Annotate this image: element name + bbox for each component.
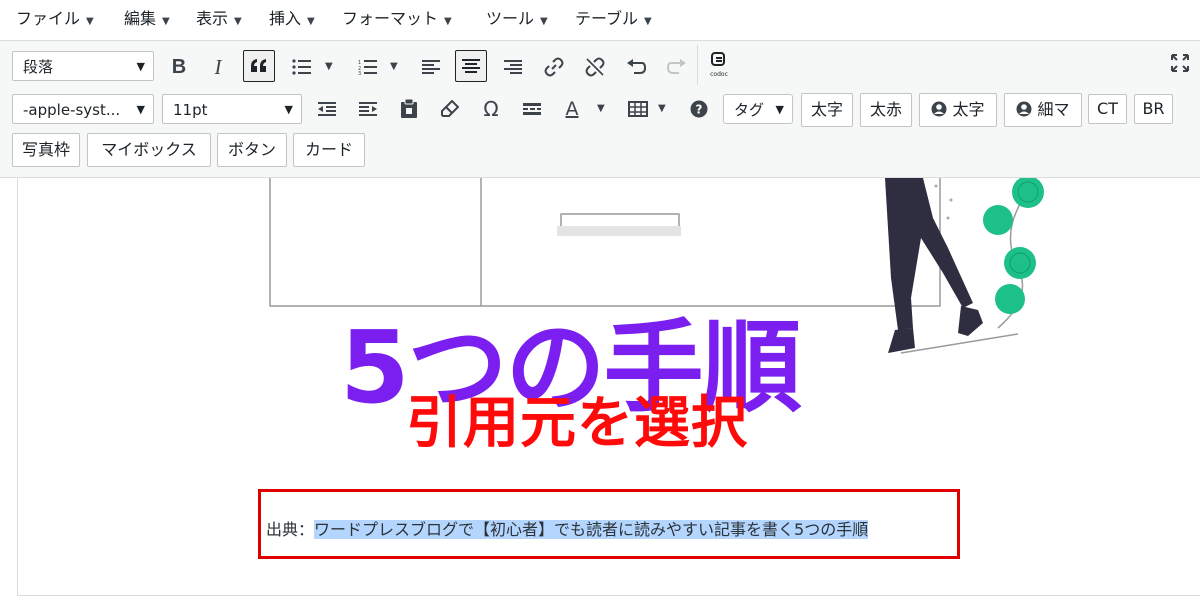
remove-link-button[interactable] [579, 51, 611, 83]
menu-file[interactable]: ファイル ▼ [16, 0, 94, 40]
help-button[interactable]: ? [683, 93, 715, 125]
undo-button[interactable] [620, 51, 652, 83]
bullet-list-dropdown-icon[interactable]: ▼ [325, 61, 333, 72]
menu-tools[interactable]: ツール ▼ [486, 0, 548, 40]
text-color-dropdown-icon[interactable]: ▼ [597, 103, 605, 114]
menu-format[interactable]: フォーマット ▼ [342, 0, 452, 40]
photo-frame-button[interactable]: 写真枠 [12, 133, 80, 167]
table-icon [628, 101, 648, 117]
numbered-list-button[interactable]: 123 [352, 51, 384, 83]
paste-text-button[interactable] [393, 93, 425, 125]
caption-prefix: 出典： [266, 520, 315, 539]
clipboard-icon [401, 99, 417, 118]
bold-button[interactable]: B [163, 51, 195, 83]
menu-insert[interactable]: 挿入 ▼ [269, 0, 315, 40]
link-icon [544, 57, 564, 77]
special-character-button[interactable]: Ω [475, 93, 507, 125]
table-dropdown-icon[interactable]: ▼ [658, 103, 666, 114]
paragraph-format-select[interactable]: 段落 ▼ [12, 51, 154, 81]
clear-formatting-button[interactable] [434, 93, 466, 125]
blockquote-button[interactable] [243, 50, 275, 82]
br-button[interactable]: BR [1134, 94, 1173, 124]
numbered-list-dropdown-icon[interactable]: ▼ [390, 61, 398, 72]
menu-table[interactable]: テーブル ▼ [575, 0, 652, 40]
bullet-list-icon [292, 59, 311, 75]
outdent-button[interactable] [311, 93, 343, 125]
ct-button[interactable]: CT [1088, 94, 1127, 124]
insert-button-button[interactable]: ボタン [217, 133, 287, 167]
card-button[interactable]: カード [293, 133, 365, 167]
indent-button[interactable] [352, 93, 384, 125]
menu-edit[interactable]: 編集 ▼ [124, 0, 170, 40]
redo-button[interactable] [661, 51, 693, 83]
svg-text:?: ? [696, 103, 703, 117]
align-left-button[interactable] [415, 51, 447, 83]
tag-select[interactable]: タグ ▼ [723, 94, 793, 124]
bold-style-button[interactable]: 太字 [801, 93, 853, 127]
horizontal-line-icon [523, 103, 541, 115]
font-size-select[interactable]: 11pt ▼ [162, 94, 302, 124]
editor-toolbar: 段落▼ B I ▼ 123 ▼ codoc -apple-syst...▼ [0, 41, 1200, 178]
eraser-icon [441, 100, 459, 117]
user-icon [931, 100, 952, 119]
indent-icon [359, 102, 377, 116]
unlink-icon [585, 57, 605, 77]
menu-view[interactable]: 表示 ▼ [196, 0, 242, 40]
quote-icon [251, 59, 266, 72]
editor-bottom-border [17, 595, 1200, 596]
horizontal-line-button[interactable] [516, 93, 548, 125]
codoc-button[interactable]: codoc [703, 49, 735, 83]
text-color-button[interactable]: A [556, 93, 588, 125]
align-center-button[interactable] [455, 50, 487, 82]
align-left-icon [422, 60, 440, 74]
font-family-select[interactable]: -apple-syst... ▼ [12, 94, 154, 124]
italic-button[interactable]: I [202, 51, 234, 83]
user-thin-button[interactable]: 細マ [1004, 93, 1082, 127]
toolbar-divider [697, 45, 698, 85]
svg-text:codoc: codoc [710, 71, 728, 78]
my-box-button[interactable]: マイボックス [87, 133, 211, 167]
caption-link[interactable]: ワードプレスブログで【初心者】でも読者に読みやすい記事を書く5つの手順 [314, 520, 869, 539]
align-right-button[interactable] [497, 51, 529, 83]
bold-red-button[interactable]: 太赤 [860, 93, 912, 127]
align-right-icon [504, 60, 522, 74]
outdent-icon [318, 102, 336, 116]
fullscreen-button[interactable] [1164, 47, 1196, 79]
table-button[interactable] [622, 93, 654, 125]
codoc-icon: codoc [710, 52, 728, 78]
svg-text:3: 3 [358, 71, 361, 75]
numbered-list-icon: 123 [358, 60, 377, 75]
align-center-icon [462, 59, 480, 73]
undo-icon [627, 59, 646, 74]
redo-icon [667, 59, 686, 74]
menu-bar: ファイル ▼ 編集 ▼ 表示 ▼ 挿入 ▼ フォーマット ▼ ツール ▼ テーブル ▼ [0, 0, 1200, 41]
bullet-list-button[interactable] [286, 51, 318, 83]
annotation-label: 引用元を選択 [406, 391, 748, 456]
insert-link-button[interactable] [538, 51, 570, 83]
fullscreen-icon [1171, 54, 1189, 72]
user-icon [1016, 100, 1037, 119]
image-caption[interactable]: 出典：ワードプレスブログで【初心者】でも読者に読みやすい記事を書く5つの手順 [266, 516, 869, 540]
user-bold-button[interactable]: 太字 [919, 93, 997, 127]
help-icon: ? [690, 100, 708, 118]
